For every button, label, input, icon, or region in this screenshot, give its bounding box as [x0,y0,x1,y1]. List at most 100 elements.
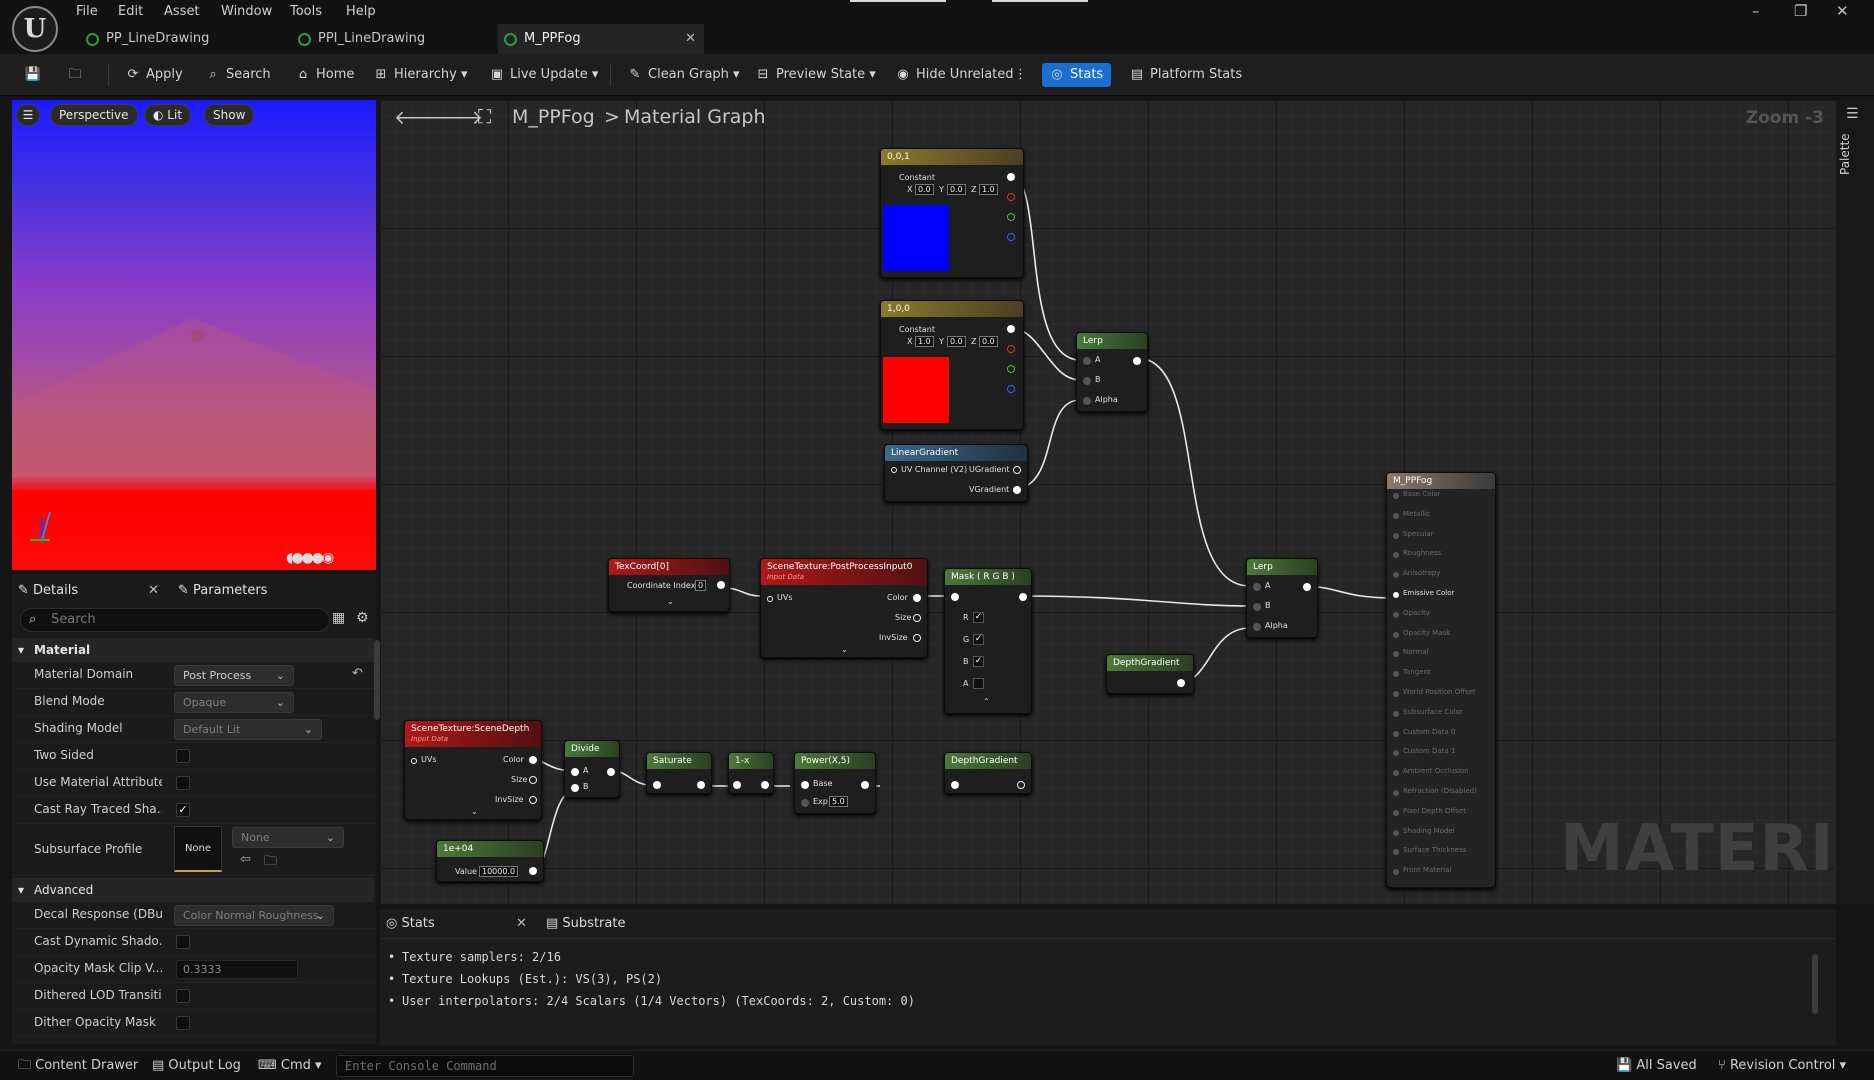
exponent-field[interactable]: 5.0 [829,796,848,807]
preview-viewport[interactable]: ☰ Perspective ◐ Lit Show ◖●●●◉ [12,100,376,570]
unreal-logo-icon[interactable]: U [12,6,58,52]
browse-button[interactable]: 🗀 [66,63,88,87]
value-field[interactable]: 10000.0 [479,866,519,877]
y-value-field[interactable]: 0.0 [947,184,966,195]
node-texcoord[interactable]: TexCoord[0] Coordinate Index 0 ⌄ [608,558,730,612]
stats-scrollbar[interactable] [1812,954,1818,1014]
output-pin[interactable] [1177,679,1185,687]
platform-stats-button[interactable]: ▤ Platform Stats [1128,63,1242,87]
input-pin-uv[interactable] [891,467,897,473]
input-pin-a[interactable] [1083,357,1091,365]
menu-file[interactable]: File [76,4,98,19]
tab-m-ppfog[interactable]: M_PPFog ✕ [498,24,704,54]
node-divide[interactable]: Divide A B [564,740,620,798]
mask-g-checkbox[interactable]: ✓ [973,634,984,645]
output-pin-vgradient[interactable] [1013,486,1021,494]
shading-model-dropdown[interactable]: Default Lit ⌄ [174,719,322,740]
output-pin[interactable] [1303,583,1311,591]
blend-mode-dropdown[interactable]: Opaque ⌄ [174,692,294,713]
node-saturate[interactable]: Saturate [646,752,712,794]
close-button[interactable]: ✕ [1836,2,1849,20]
dithered-lod-checkbox[interactable] [176,989,190,1003]
material-graph[interactable]: 🡐 🡒 ⛶ M_PPFog > Material Graph Zoom -3 0… [380,100,1836,904]
tab-ppi-linedrawing[interactable]: PPI_LineDrawing [292,24,492,54]
output-input-pin[interactable] [1393,631,1399,638]
output-input-pin[interactable] [1393,790,1399,796]
output-log-button[interactable]: ▤ Output Log [152,1056,241,1076]
forward-arrow-icon[interactable]: 🡒 [432,106,483,129]
node-constant-red[interactable]: 1,0,0 Constant X 1.0 Y 0.0 Z 0.0 [880,300,1024,430]
output-input-pin[interactable] [1393,750,1399,757]
preview-mesh-icons[interactable]: ◖●●●◉ [286,550,334,566]
output-pin-r[interactable] [1007,193,1015,201]
input-pin-b[interactable] [571,784,579,792]
palette-tab[interactable]: Palette [1838,125,1852,175]
output-input-pin[interactable] [1393,869,1399,876]
input-pin-b[interactable] [1083,377,1091,385]
input-pin[interactable] [951,593,959,601]
output-pin-g[interactable] [1007,213,1015,221]
decal-response-dropdown[interactable]: Color Normal Roughness ⌄ [174,905,334,926]
settings-gear-icon[interactable]: ⚙ [356,610,369,626]
output-pin[interactable] [1007,325,1015,333]
more-options-icon[interactable]: ⋮ [1014,63,1027,87]
use-selected-icon[interactable]: ⇦ [240,852,251,867]
expand-arrow-icon[interactable]: ⌄ [471,807,478,816]
details-search-input[interactable]: ⌕ Search [20,608,330,632]
output-pin-g[interactable] [1007,365,1015,373]
z-value-field[interactable]: 0.0 [979,336,998,347]
mask-r-checkbox[interactable]: ✓ [973,612,984,623]
live-update-button[interactable]: ▣ Live Update ▾ [488,63,599,87]
cmd-button[interactable]: ⌨ Cmd ▾ [258,1056,322,1076]
output-input-pin[interactable] [1393,651,1399,658]
output-pin-color[interactable] [913,594,921,602]
perspective-button[interactable]: Perspective [50,104,138,126]
output-input-pin[interactable] [1393,671,1399,678]
output-input-pin[interactable] [1393,611,1399,618]
menu-window[interactable]: Window [221,4,272,19]
output-pin[interactable] [1019,593,1027,601]
output-pin[interactable] [697,781,705,789]
coordinate-index-field[interactable]: 0 [695,580,707,591]
preview-state-button[interactable]: ⊟ Preview State ▾ [754,63,876,87]
output-pin-invsize[interactable] [529,796,537,804]
mask-a-checkbox[interactable] [973,678,984,689]
output-pin-ugradient[interactable] [1013,466,1021,474]
breadcrumb-asset[interactable]: M_PPFog [512,106,595,128]
menu-help[interactable]: Help [346,4,376,19]
stats-button[interactable]: ◎ Stats [1042,63,1112,87]
hierarchy-button[interactable]: ⊞ Hierarchy ▾ [372,63,468,87]
input-pin-a[interactable] [571,768,579,776]
restore-button[interactable]: ❐ [1794,2,1807,20]
output-input-pin[interactable] [1393,512,1399,519]
output-pin[interactable] [717,581,725,589]
mask-b-checkbox[interactable]: ✓ [973,656,984,667]
close-details-icon[interactable]: ✕ [148,578,159,604]
input-pin[interactable] [733,781,741,789]
section-material[interactable]: ▾ Material [12,638,374,662]
output-pin[interactable] [1007,173,1015,181]
node-linear-gradient[interactable]: LinearGradient UV Channel (V2) UGradient… [884,444,1028,502]
close-stats-icon[interactable]: ✕ [516,910,527,938]
output-input-pin[interactable] [1393,770,1399,777]
expand-arrow-icon[interactable]: ⌄ [841,645,848,654]
section-advanced[interactable]: ▾ Advanced [12,878,374,902]
node-depth-gradient[interactable]: DepthGradient [1106,654,1194,694]
output-pin-r[interactable] [1007,345,1015,353]
home-button[interactable]: ⌂ Home [294,63,355,87]
collapse-arrow-icon[interactable]: ⌃ [983,697,990,706]
menu-tools[interactable]: Tools [290,4,322,19]
expand-arrow-icon[interactable]: ⌄ [667,597,674,606]
graph-hierarchy-icon[interactable]: ⛶ [478,106,491,128]
output-input-pin[interactable] [1393,710,1399,717]
input-pin-base[interactable] [801,781,809,789]
tab-pp-linedrawing[interactable]: PP_LineDrawing [80,24,280,54]
tab-stats[interactable]: ◎ Stats [386,910,435,938]
tab-details[interactable]: ✎ Details [18,578,78,604]
output-pin[interactable] [607,768,615,776]
node-scenetexture-scenedepth[interactable]: SceneTexture:SceneDepth Input Data UVs C… [404,720,542,820]
node-constant-blue[interactable]: 0,0,1 Constant X 0.0 Y 0.0 Z 1.0 [880,148,1024,278]
output-pin[interactable] [529,867,537,875]
output-pin-size[interactable] [529,776,537,784]
node-material-output[interactable]: M_PPFog Base Color Metallic Specular Roughn… [1386,472,1496,888]
